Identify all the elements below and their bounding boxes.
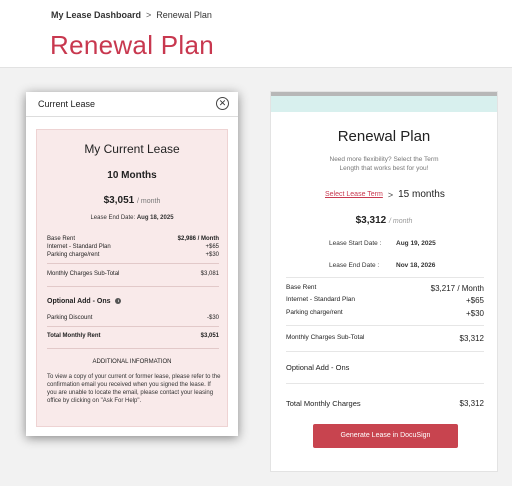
parking-row: Parking charge/rent +$30 xyxy=(47,252,219,258)
current-lease-price: $3,051 / month xyxy=(37,195,227,206)
lease-start-value: Aug 19, 2025 xyxy=(396,240,436,247)
optional-addons-title: Optional Add - Ons i xyxy=(47,298,122,305)
total-value: $3,312 xyxy=(459,399,484,408)
divider xyxy=(286,351,484,352)
current-lease-months: 10 Months xyxy=(107,170,157,181)
total-label: Total Monthly Rent xyxy=(47,333,101,339)
additional-info-text: To view a copy of your current or former… xyxy=(47,374,221,404)
info-icon[interactable]: i xyxy=(115,298,122,305)
renewal-title: Renewal Plan xyxy=(337,128,431,145)
lease-term-selector: Select Lease Term > 15 months xyxy=(325,189,445,200)
parking-value: +$30 xyxy=(465,309,484,318)
parking-discount-label: Parking Discount xyxy=(47,315,93,321)
parking-value: +$30 xyxy=(205,252,219,258)
divider xyxy=(286,325,484,326)
subtotal-row: Monthly Charges Sub-Total $3,312 xyxy=(286,334,484,343)
renewal-price: $3,312 / month xyxy=(271,215,497,226)
divider xyxy=(47,348,219,349)
internet-label: Internet - Standard Plan xyxy=(47,244,111,250)
parking-row: Parking charge/rent +$30 xyxy=(286,309,484,318)
internet-label: Internet - Standard Plan xyxy=(286,296,356,303)
total-row: Total Monthly Rent $3,051 xyxy=(47,333,219,339)
selected-term: 15 months xyxy=(398,189,445,200)
price-value: $3,312 xyxy=(355,215,387,226)
total-label: Total Monthly Charges xyxy=(286,399,361,408)
parking-discount-row: Parking Discount -$30 xyxy=(47,315,219,321)
subtotal-row: Monthly Charges Sub-Total $3,081 xyxy=(47,271,219,277)
breadcrumb: My Lease Dashboard > Renewal Plan xyxy=(51,10,212,20)
base-rent-value: $2,986 / Month xyxy=(177,236,219,242)
generate-lease-button[interactable]: Generate Lease in DocuSign xyxy=(313,424,458,448)
divider xyxy=(286,383,484,384)
modal-title: Current Lease xyxy=(38,99,96,109)
internet-row: Internet - Standard Plan +$65 xyxy=(286,296,484,305)
optional-addons-row: Optional Add - Ons xyxy=(286,363,484,372)
header: My Lease Dashboard > Renewal Plan Renewa… xyxy=(0,0,512,68)
subtotal-value: $3,081 xyxy=(200,271,219,277)
base-rent-label: Base Rent xyxy=(286,284,317,291)
page-title: Renewal Plan xyxy=(50,30,215,60)
lease-end-date: Lease End Date: Aug 18, 2025 xyxy=(37,215,227,221)
select-lease-term-link[interactable]: Select Lease Term xyxy=(325,191,383,198)
close-icon[interactable]: ✕ xyxy=(216,97,229,110)
per-month-label: / month xyxy=(389,218,413,225)
modal-header: Current Lease ✕ xyxy=(26,92,238,117)
internet-value: +$65 xyxy=(465,296,484,305)
chevron-right-icon: > xyxy=(146,10,152,20)
total-row: Total Monthly Charges $3,312 xyxy=(286,399,484,408)
breadcrumb-current: Renewal Plan xyxy=(156,10,212,20)
lease-end-label: Lease End Date : xyxy=(329,262,380,269)
total-value: $3,051 xyxy=(200,333,219,339)
lease-end-label: Lease End Date: xyxy=(90,215,136,221)
current-lease-card: My Current Lease 10 Months $3,051 / mont… xyxy=(36,129,228,427)
internet-row: Internet - Standard Plan +$65 xyxy=(47,244,219,250)
subtitle-line: Need more flexibility? Select the Term xyxy=(329,156,439,163)
optional-addons-label: Optional Add - Ons xyxy=(286,363,350,372)
subtotal-label: Monthly Charges Sub-Total xyxy=(47,271,120,277)
renewal-plan-card: Renewal Plan Need more flexibility? Sele… xyxy=(270,91,498,472)
internet-value: +$65 xyxy=(205,244,219,250)
optional-addons-label: Optional Add - Ons xyxy=(47,298,111,305)
base-rent-row: Base Rent $2,986 / Month xyxy=(47,236,219,242)
chevron-right-icon: > xyxy=(387,189,394,200)
breadcrumb-home-link[interactable]: My Lease Dashboard xyxy=(51,10,141,20)
subtitle-line: Length that works best for you! xyxy=(339,165,429,172)
current-lease-heading: My Current Lease xyxy=(84,142,180,156)
subtotal-value: $3,312 xyxy=(459,334,484,343)
price-value: $3,051 xyxy=(103,195,135,206)
parking-discount-value: -$30 xyxy=(206,315,219,321)
current-lease-modal: Current Lease ✕ My Current Lease 10 Mont… xyxy=(26,92,238,436)
lease-end-row: Lease End Date : Nov 18, 2026 xyxy=(329,262,435,269)
divider xyxy=(286,277,484,278)
base-rent-label: Base Rent xyxy=(47,236,76,242)
subtotal-label: Monthly Charges Sub-Total xyxy=(286,334,365,341)
card-header-band xyxy=(271,92,497,112)
divider xyxy=(47,286,219,287)
lease-end-value: Nov 18, 2026 xyxy=(396,262,436,269)
parking-label: Parking charge/rent xyxy=(286,309,343,316)
divider xyxy=(47,326,219,327)
parking-label: Parking charge/rent xyxy=(47,252,100,258)
lease-end-value: Aug 18, 2025 xyxy=(136,215,174,221)
base-rent-value: $3,217 / Month xyxy=(430,284,484,293)
divider xyxy=(47,263,219,264)
renewal-subtitle: Need more flexibility? Select the Term L… xyxy=(271,155,497,173)
lease-start-row: Lease Start Date : Aug 19, 2025 xyxy=(329,240,436,247)
lease-start-label: Lease Start Date : xyxy=(329,240,382,247)
additional-info-title: ADDITIONAL INFORMATION xyxy=(92,359,172,365)
per-month-label: / month xyxy=(137,198,161,205)
base-rent-row: Base Rent $3,217 / Month xyxy=(286,284,484,293)
